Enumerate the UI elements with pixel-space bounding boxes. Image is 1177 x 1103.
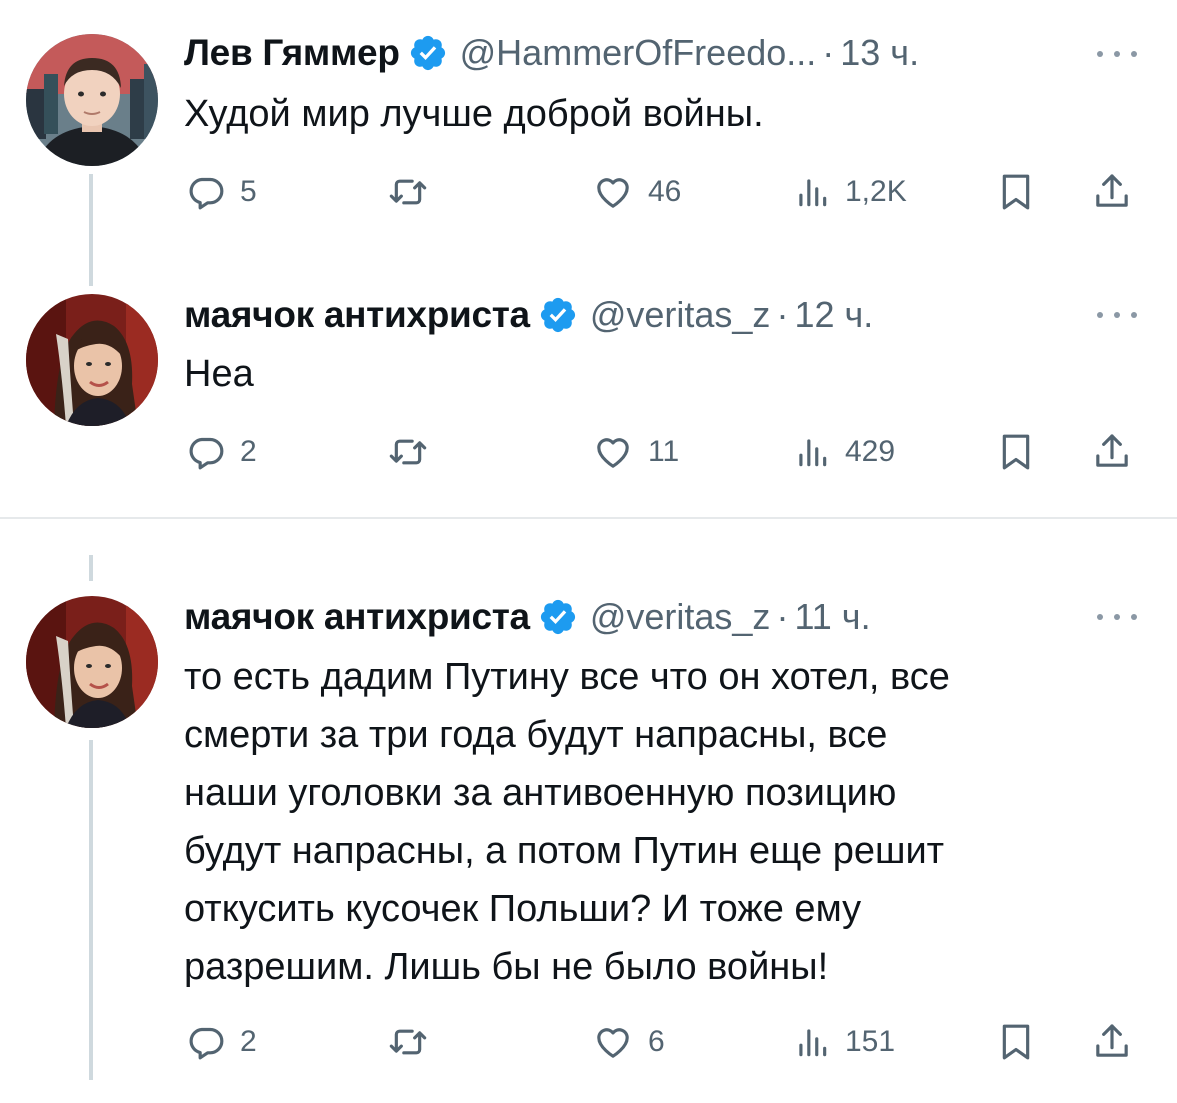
avatar-woman-icon: [26, 596, 158, 728]
like-button[interactable]: 46: [592, 172, 681, 212]
author-name[interactable]: маячок антихриста: [184, 294, 530, 336]
views-count: 151: [845, 1025, 896, 1058]
like-button[interactable]: 6: [592, 1022, 665, 1062]
tweet-header: маячок антихриста @veritas_z · 12 ч.: [184, 290, 873, 340]
tweet-text-line: разрешим. Лишь бы не было войны!: [184, 946, 829, 988]
like-icon: [592, 1022, 634, 1062]
verified-badge-icon: [538, 597, 578, 637]
share-icon: [1092, 1020, 1132, 1062]
views-button[interactable]: 1,2K: [793, 172, 907, 212]
verified-badge-icon: [408, 33, 448, 73]
tweet-text: Неа: [184, 353, 254, 395]
reply-button[interactable]: 5: [186, 172, 257, 212]
avatar[interactable]: [26, 34, 158, 166]
reply-icon: [186, 1022, 226, 1062]
reply-icon: [186, 432, 226, 472]
bookmark-button[interactable]: [996, 172, 1036, 212]
timestamp[interactable]: 11 ч.: [794, 596, 870, 638]
views-button[interactable]: 429: [793, 432, 895, 472]
retweet-icon: [387, 1022, 429, 1062]
action-bar: 2 6 151: [0, 1018, 1177, 1064]
author-name[interactable]: Лев Гяммер: [184, 32, 400, 74]
retweet-button[interactable]: [387, 172, 429, 212]
share-icon: [1092, 430, 1132, 472]
views-icon: [793, 1022, 831, 1062]
tweet-text: Худой мир лучше доброй войны.: [184, 93, 764, 135]
views-icon: [793, 432, 831, 472]
reply-count: 2: [240, 1025, 257, 1058]
like-count: 46: [648, 175, 682, 208]
reply-count: 5: [240, 175, 257, 208]
avatar-young-man-icon: [26, 34, 158, 166]
like-icon: [592, 432, 634, 472]
tweet-text-line: то есть дадим Путину все что он хотел, в…: [184, 656, 950, 698]
retweet-icon: [387, 172, 429, 212]
action-bar: 2 11 429: [0, 428, 1177, 474]
tweet-text-line: смерти за три года будут напрасны, все: [184, 714, 888, 756]
retweet-icon: [387, 432, 429, 472]
views-count: 429: [845, 435, 896, 468]
share-icon: [1092, 170, 1132, 212]
share-button[interactable]: [1092, 1020, 1132, 1062]
verified-badge-icon: [538, 295, 578, 335]
tweet-header: Лев Гяммер @HammerOfFreedo... · 13 ч.: [184, 28, 919, 78]
like-count: 11: [648, 435, 680, 468]
separator: ·: [776, 596, 789, 637]
author-handle[interactable]: @veritas_z: [590, 596, 771, 638]
more-icon[interactable]: [1097, 607, 1137, 627]
timestamp[interactable]: 12 ч.: [794, 294, 873, 336]
tweet-header: маячок антихриста @veritas_z · 11 ч.: [184, 592, 871, 642]
more-icon[interactable]: [1097, 305, 1137, 325]
avatar[interactable]: [26, 294, 158, 426]
author-handle[interactable]: @veritas_z: [590, 294, 771, 336]
timestamp[interactable]: 13 ч.: [840, 32, 919, 74]
tweet-text-line: наши уголовки за антивоенную позицию: [184, 772, 897, 814]
share-button[interactable]: [1092, 170, 1132, 212]
views-count: 1,2K: [845, 175, 907, 208]
share-button[interactable]: [1092, 430, 1132, 472]
tweet-text: то есть дадим Путину все что он хотел, в…: [184, 648, 1144, 996]
reply-icon: [186, 172, 226, 212]
bookmark-icon: [996, 172, 1036, 212]
reply-button[interactable]: 2: [186, 1022, 257, 1062]
author-handle[interactable]: @HammerOfFreedo...: [460, 32, 817, 74]
views-icon: [793, 172, 831, 212]
retweet-button[interactable]: [387, 1022, 429, 1062]
avatar[interactable]: [26, 596, 158, 728]
views-button[interactable]: 151: [793, 1022, 895, 1062]
bookmark-icon: [996, 1022, 1036, 1062]
more-icon[interactable]: [1097, 44, 1137, 64]
like-button[interactable]: 11: [592, 432, 679, 472]
bookmark-button[interactable]: [996, 432, 1036, 472]
tweet-text-line: будут напрасны, а потом Путин еще решит: [184, 830, 945, 872]
reply-button[interactable]: 2: [186, 432, 257, 472]
like-icon: [592, 172, 634, 212]
divider: [0, 517, 1177, 519]
bookmark-button[interactable]: [996, 1022, 1036, 1062]
avatar-woman-icon: [26, 294, 158, 426]
separator: ·: [822, 32, 835, 73]
reply-count: 2: [240, 435, 257, 468]
tweet-text-line: откусить кусочек Польши? И тоже ему: [184, 888, 862, 930]
like-count: 6: [648, 1025, 665, 1058]
author-name[interactable]: маячок антихриста: [184, 596, 530, 638]
thread-line: [89, 555, 93, 581]
action-bar: 5 46 1,2K: [0, 168, 1177, 214]
separator: ·: [776, 294, 789, 335]
retweet-button[interactable]: [387, 432, 429, 472]
bookmark-icon: [996, 432, 1036, 472]
